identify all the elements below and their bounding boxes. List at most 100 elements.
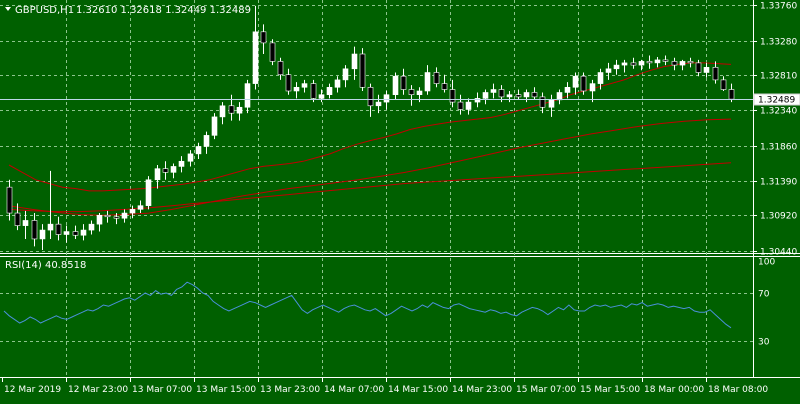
candle-body — [408, 89, 415, 95]
candle-body — [203, 135, 210, 147]
candle-body — [589, 83, 596, 92]
chart-canvas[interactable]: 1.33760 1.33280 1.32810 1.32340 1.31860 1.313… — [0, 0, 800, 400]
candle-body — [145, 179, 152, 206]
candle-body — [301, 83, 308, 88]
time-tick-label: 18 Mar 08:00 — [708, 385, 768, 395]
candle-body — [523, 92, 530, 98]
price-tick-label: 1.32810 — [760, 72, 797, 82]
candle-body — [580, 75, 587, 92]
rsi-label: RSI(14) 40.8518 — [5, 260, 86, 271]
trading-chart[interactable]: 1.33760 1.33280 1.32810 1.32340 1.31860 1.313… — [0, 0, 800, 400]
candle-body — [219, 105, 226, 118]
candle-body — [14, 212, 21, 226]
rsi-level-label: 100 — [758, 258, 775, 268]
time-tick-label: 14 Mar 15:00 — [388, 385, 448, 395]
candle-body — [252, 31, 259, 84]
candle-body — [236, 106, 243, 114]
candle-body — [80, 229, 87, 236]
candle-body — [482, 92, 489, 99]
candle-body — [498, 89, 505, 98]
candle-body — [285, 74, 292, 92]
candle-body — [720, 79, 727, 90]
time-tick-label: 13 Mar 15:00 — [196, 385, 256, 395]
candle-body — [269, 42, 276, 62]
candle-body — [113, 216, 120, 219]
price-tick-label: 1.33280 — [760, 38, 797, 48]
candle-body — [515, 94, 522, 98]
candle-body — [490, 89, 497, 93]
time-tick-label: 15 Mar 15:00 — [580, 385, 640, 395]
candle-body — [654, 59, 661, 64]
time-tick-label: 14 Mar 23:00 — [452, 385, 512, 395]
candle-body — [662, 59, 669, 62]
candle-body — [474, 98, 481, 103]
candle-body — [22, 220, 29, 226]
candle-body — [88, 223, 95, 231]
candle-body — [646, 61, 653, 64]
candle-body — [6, 186, 13, 214]
candle-body — [465, 101, 472, 110]
candle-body — [63, 231, 70, 235]
candle-body — [695, 62, 702, 73]
candle-body — [605, 68, 612, 73]
candle-body — [244, 83, 251, 108]
time-tick-label: 13 Mar 23:00 — [260, 385, 320, 395]
candle-body — [556, 92, 563, 101]
candle-body — [564, 86, 571, 93]
candle-body — [703, 67, 710, 73]
candle-body — [137, 205, 144, 210]
candle-body — [170, 166, 177, 173]
candle-body — [416, 90, 423, 95]
ohlc-label: 1.32610 1.32618 1.32449 1.32489 — [76, 5, 251, 16]
candle-body — [506, 94, 513, 98]
rsi-level-label: 30 — [758, 338, 770, 348]
candle-body — [318, 94, 325, 99]
current-price-label: 1.32489 — [758, 96, 795, 106]
candle-body — [531, 92, 538, 98]
price-tick-label: 1.32340 — [760, 107, 797, 117]
price-tick-label: 1.31390 — [760, 178, 797, 188]
candle-body — [277, 61, 284, 76]
candle-body — [712, 67, 719, 81]
candle-body — [392, 75, 399, 95]
candle-body — [441, 83, 448, 90]
candle-body — [630, 62, 637, 66]
candle-body — [400, 75, 407, 90]
price-tick-label: 1.33760 — [760, 2, 797, 12]
time-tick-label: 15 Mar 07:00 — [516, 385, 576, 395]
candle-body — [548, 99, 555, 108]
time-tick-label: 12 Mar 2019 — [4, 385, 61, 395]
candle-body — [195, 146, 202, 155]
candle-body — [671, 61, 678, 66]
time-tick-label: 12 Mar 23:00 — [68, 385, 128, 395]
candle-body — [457, 101, 464, 110]
candle-body — [728, 89, 735, 100]
candle-body — [342, 68, 349, 81]
time-tick-label: 18 Mar 00:00 — [644, 385, 704, 395]
price-tick-label: 1.30440 — [760, 248, 797, 258]
candle-body — [433, 72, 440, 84]
candle-body — [293, 86, 300, 92]
price-tick-label: 1.31860 — [760, 143, 797, 153]
chart-background — [0, 0, 800, 400]
candle-body — [351, 53, 358, 70]
price-tick-label: 1.30920 — [760, 212, 797, 222]
candle-body — [572, 75, 579, 88]
candle-body — [154, 168, 161, 181]
candle-body — [129, 209, 136, 214]
candle-body — [326, 86, 333, 95]
candle-body — [211, 116, 218, 136]
candle-body — [638, 61, 645, 66]
candle-body — [424, 72, 431, 92]
candle-body — [31, 220, 38, 240]
candle-body — [121, 212, 128, 219]
candle-body — [310, 83, 317, 99]
candle-body — [228, 105, 235, 114]
candle-body — [72, 231, 79, 236]
candle-body — [47, 223, 54, 231]
candle-body — [162, 168, 169, 173]
candle-body — [687, 61, 694, 64]
candle-body — [449, 89, 456, 103]
rsi-level-label: 70 — [758, 290, 770, 300]
symbol-label: GBPUSD,H1 — [15, 5, 74, 16]
